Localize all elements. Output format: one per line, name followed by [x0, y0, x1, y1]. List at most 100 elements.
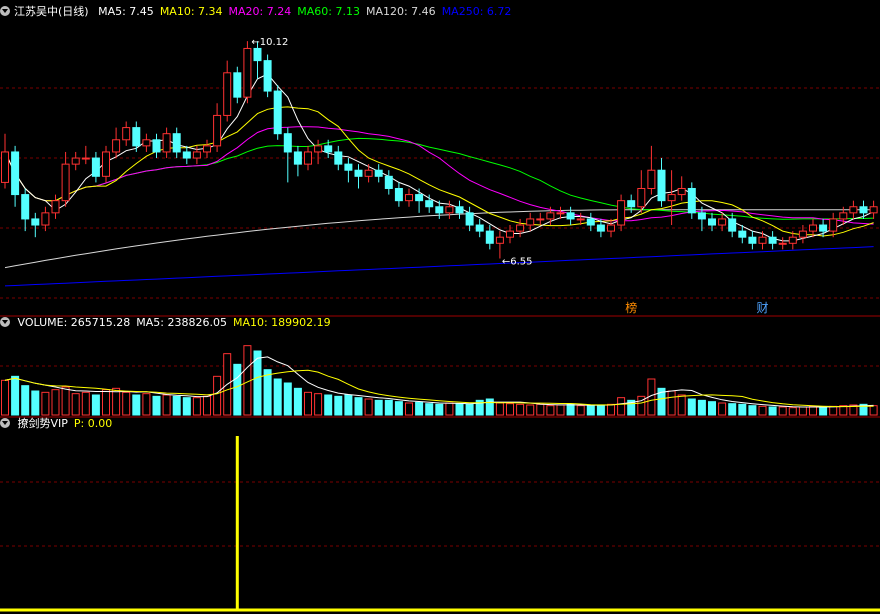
- candle-body: [687, 187, 696, 214]
- candle-body: [81, 157, 90, 160]
- candle-body: [223, 72, 232, 116]
- candle-body: [162, 133, 171, 153]
- candle-body: [809, 224, 817, 232]
- volume-bar: [677, 394, 686, 416]
- volume-bar: [425, 403, 434, 416]
- panel-menu-icon[interactable]: [0, 418, 10, 428]
- candle-body: [617, 200, 626, 226]
- volume-bar: [344, 394, 353, 416]
- candle-body: [667, 194, 676, 202]
- candle-body: [405, 194, 413, 202]
- candle-body: [324, 145, 333, 153]
- candle-body: [718, 218, 727, 226]
- candle-body: [334, 151, 343, 165]
- volume-bar: [314, 393, 323, 416]
- volume-bar: [213, 375, 222, 416]
- volume-bar: [546, 405, 555, 416]
- volume-bar: [192, 397, 201, 416]
- candle-body: [475, 224, 484, 232]
- volume-bar: [465, 403, 474, 416]
- candle-body: [122, 127, 131, 141]
- volume-indicator-1: MA5: 238826.05: [136, 316, 227, 329]
- indicator-panel-header: 撩剑势VIP P: 0.00: [0, 416, 118, 432]
- low-price-label: ←6.55: [502, 257, 533, 268]
- volume-bar: [172, 395, 181, 416]
- volume-bar: [273, 378, 282, 416]
- candle-body: [354, 169, 363, 177]
- candle-body: [829, 218, 838, 232]
- candle-body: [102, 151, 110, 177]
- candle-body: [293, 151, 302, 165]
- volume-bar: [738, 403, 747, 416]
- candle-body: [394, 187, 403, 202]
- volume-bar: [435, 403, 444, 416]
- volume-bar: [869, 405, 878, 416]
- candle-body: [596, 224, 605, 232]
- candle-body: [203, 145, 211, 153]
- volume-bar: [324, 394, 333, 416]
- candle-body: [91, 157, 100, 177]
- main-indicator-5: MA250: 6.72: [441, 5, 512, 18]
- candle-body: [647, 169, 656, 189]
- volume-bar: [364, 398, 373, 416]
- volume-bar: [536, 403, 545, 416]
- candle-body: [344, 163, 353, 171]
- candle-body: [768, 236, 777, 244]
- volume-bar: [485, 398, 494, 416]
- candle-body: [384, 175, 393, 189]
- candle-body: [1, 151, 9, 183]
- volume-bar: [405, 402, 413, 416]
- volume-bar: [152, 395, 161, 416]
- volume-bar: [788, 407, 797, 416]
- volume-bar: [607, 403, 615, 416]
- candle-body: [485, 230, 494, 244]
- stock-name: 江苏吴中(日线): [14, 5, 89, 18]
- chart-window: { "panels": { "main": { "stock_name": "江…: [0, 0, 880, 614]
- panel-menu-icon[interactable]: [0, 317, 10, 327]
- volume-bar: [112, 387, 121, 416]
- volume-bar: [71, 393, 80, 416]
- volume-bar: [667, 390, 676, 416]
- candle-body: [506, 230, 514, 238]
- volume-bar: [516, 403, 525, 416]
- volume-bar: [203, 395, 211, 416]
- volume-bar: [829, 405, 838, 416]
- candle-body: [788, 236, 797, 244]
- ma250-line: [4, 246, 874, 287]
- candle-body: [273, 90, 282, 135]
- candle-body: [586, 218, 595, 226]
- volume-indicator-0: VOLUME: 265715.28: [17, 316, 131, 329]
- high-price-label: ←10.12: [251, 37, 288, 48]
- volume-bar: [11, 375, 20, 416]
- panel-menu-icon[interactable]: [0, 6, 10, 16]
- volume-bar: [495, 402, 504, 416]
- event-marker: 财: [757, 301, 769, 315]
- volume-bar: [132, 394, 141, 416]
- candle-body: [283, 133, 292, 153]
- candle-body: [607, 224, 615, 232]
- candle-body: [495, 236, 504, 244]
- candle-body: [31, 218, 40, 226]
- volume-bar: [415, 401, 424, 416]
- candle-body: [263, 60, 272, 92]
- sub-indicator-1: P: 0.00: [73, 417, 113, 430]
- candle-body: [728, 218, 737, 232]
- volume-bar: [102, 389, 110, 416]
- candle-body: [304, 151, 312, 165]
- main-indicator-4: MA120: 7.46: [365, 5, 436, 18]
- candle-body: [435, 206, 444, 214]
- candle-body: [465, 212, 474, 226]
- candle-body: [213, 114, 222, 147]
- candle-body: [677, 187, 686, 196]
- candle-body: [253, 47, 262, 62]
- candle-body: [798, 230, 807, 238]
- volume-bar: [718, 402, 727, 416]
- candle-body: [516, 224, 525, 232]
- candle-body: [566, 212, 575, 220]
- candle-body: [71, 157, 80, 165]
- volume-bar: [182, 397, 191, 416]
- candle-body: [748, 236, 757, 244]
- volume-bar: [455, 403, 464, 416]
- candle-body: [152, 139, 161, 153]
- candle-body: [546, 212, 555, 220]
